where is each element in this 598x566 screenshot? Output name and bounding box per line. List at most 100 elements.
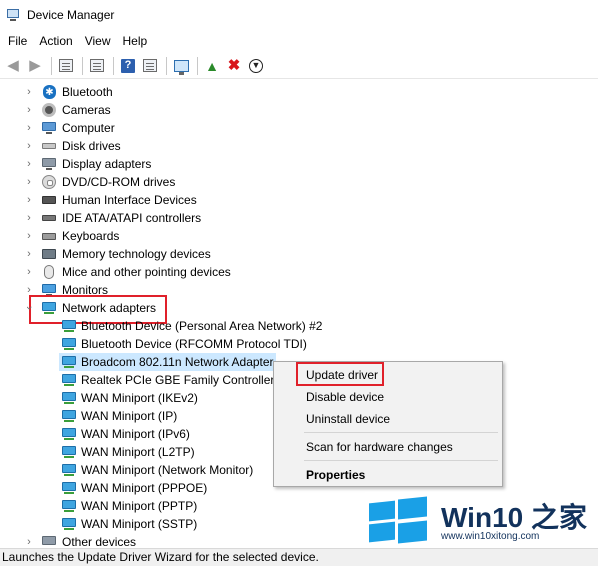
network-adapter-icon: [61, 499, 77, 513]
mouse-icon: [41, 265, 57, 279]
tree-item-label: Network adapters: [62, 301, 157, 315]
chevron-right-icon[interactable]: ›: [24, 211, 34, 225]
tree-child-item[interactable]: Bluetooth Device (RFCOMM Protocol TDI): [0, 335, 598, 353]
context-menu-uninstall-device[interactable]: Uninstall device: [274, 408, 502, 430]
watermark-title: Win10 之家: [441, 496, 587, 536]
network-adapter-icon: [61, 427, 77, 441]
tree-item-label: Human Interface Devices: [62, 193, 197, 207]
context-menu-properties[interactable]: Properties: [274, 464, 502, 486]
tree-item-bluetooth[interactable]: › ✱ Bluetooth: [0, 83, 598, 101]
toolbar-separator: [197, 56, 198, 75]
context-menu-separator: [304, 432, 498, 433]
update-driver-icon[interactable]: ▲: [202, 56, 222, 76]
tree-item-label: Cameras: [62, 103, 111, 117]
tree-item-label: Computer: [62, 121, 115, 135]
tree-item-label: Broadcom 802.11n Network Adapter: [81, 355, 274, 369]
tree-item-keyboards[interactable]: › Keyboards: [0, 227, 598, 245]
network-adapter-icon: [61, 337, 77, 351]
uninstall-icon[interactable]: ✖: [224, 56, 244, 76]
dvd-drive-icon: [41, 175, 57, 189]
memory-icon: [41, 247, 57, 261]
menu-file[interactable]: File: [3, 32, 32, 50]
tree-item-display-adapters[interactable]: › Display adapters: [0, 155, 598, 173]
chevron-right-icon[interactable]: ›: [24, 193, 34, 207]
device-manager-icon: [6, 8, 20, 22]
tree-item-network-adapters[interactable]: › Network adapters: [0, 299, 598, 317]
menu-view[interactable]: View: [80, 32, 116, 50]
tree-item-label: WAN Miniport (PPPOE): [81, 481, 208, 495]
tree-item-ide-controllers[interactable]: › IDE ATA/ATAPI controllers: [0, 209, 598, 227]
help-icon[interactable]: ?: [118, 56, 138, 76]
tree-item-label: WAN Miniport (IKEv2): [81, 391, 198, 405]
context-menu-scan-hardware[interactable]: Scan for hardware changes: [274, 436, 502, 458]
tree-item-label: Realtek PCIe GBE Family Controller: [81, 373, 275, 387]
tree-item-label: WAN Miniport (IPv6): [81, 427, 190, 441]
toolbar-separator: [166, 56, 167, 75]
network-adapter-icon: [61, 409, 77, 423]
tree-item-label: WAN Miniport (SSTP): [81, 517, 198, 531]
tree-item-computer[interactable]: › Computer: [0, 119, 598, 137]
camera-icon: [41, 103, 57, 117]
network-adapter-icon: [61, 319, 77, 333]
watermark-title-b: 之家: [523, 502, 587, 533]
computer-icon: [41, 121, 57, 135]
back-arrow-icon[interactable]: ◀: [3, 56, 23, 76]
tree-item-label: Bluetooth: [62, 85, 113, 99]
menu-action[interactable]: Action: [34, 32, 77, 50]
enable-disable-icon[interactable]: ▼: [246, 56, 266, 76]
keyboard-icon: [41, 229, 57, 243]
tree-item-cameras[interactable]: › Cameras: [0, 101, 598, 119]
chevron-right-icon[interactable]: ›: [24, 535, 34, 546]
tree-item-label: Other devices: [62, 535, 137, 546]
network-adapter-icon: [61, 373, 77, 387]
chevron-right-icon[interactable]: ›: [24, 265, 34, 279]
tree-item-label: WAN Miniport (PPTP): [81, 499, 198, 513]
tree-item-disk-drives[interactable]: › Disk drives: [0, 137, 598, 155]
chevron-right-icon[interactable]: ›: [24, 175, 34, 189]
chevron-right-icon[interactable]: ›: [24, 121, 34, 135]
windows-logo-icon: [367, 496, 429, 544]
chevron-right-icon[interactable]: ›: [24, 157, 34, 171]
chevron-right-icon[interactable]: ›: [24, 103, 34, 117]
scan-hardware-icon[interactable]: [171, 56, 191, 76]
tree-item-label: Bluetooth Device (RFCOMM Protocol TDI): [81, 337, 307, 351]
tree-item-mice[interactable]: › Mice and other pointing devices: [0, 263, 598, 281]
forward-arrow-icon[interactable]: ▶: [25, 56, 45, 76]
toolbar-separator: [51, 56, 52, 75]
tree-item-label: WAN Miniport (IP): [81, 409, 178, 423]
tree-item-label: Mice and other pointing devices: [62, 265, 231, 279]
network-adapter-icon: [61, 391, 77, 405]
title-bar: Device Manager: [0, 0, 598, 30]
tree-child-item[interactable]: Bluetooth Device (Personal Area Network)…: [0, 317, 598, 335]
tree-item-dvd-cd-rom-drives[interactable]: › DVD/CD-ROM drives: [0, 173, 598, 191]
tree-item-label: Display adapters: [62, 157, 152, 171]
toolbar-separator: [113, 56, 114, 75]
update-driver-highlight: [296, 362, 384, 386]
network-adapter-icon: [41, 301, 57, 315]
tree-item-label: WAN Miniport (L2TP): [81, 445, 195, 459]
context-menu-disable-device[interactable]: Disable device: [274, 386, 502, 408]
tree-item-label: Bluetooth Device (Personal Area Network)…: [81, 319, 323, 333]
menu-bar: File Action View Help: [0, 31, 598, 51]
chevron-right-icon[interactable]: ›: [24, 229, 34, 243]
chevron-down-icon[interactable]: ›: [22, 303, 36, 313]
network-adapter-icon: [61, 517, 77, 531]
watermark: Win10 之家 www.win10xitong.com: [365, 492, 598, 548]
tree-item-label: DVD/CD-ROM drives: [62, 175, 176, 189]
network-adapter-icon: [61, 355, 77, 369]
properties-icon[interactable]: [87, 56, 107, 76]
action-pane-icon[interactable]: [140, 56, 160, 76]
network-adapter-icon: [61, 463, 77, 477]
tree-item-label: IDE ATA/ATAPI controllers: [62, 211, 202, 225]
chevron-right-icon[interactable]: ›: [24, 247, 34, 261]
watermark-title-a: Win10: [441, 502, 524, 533]
tree-item-memory-technology-devices[interactable]: › Memory technology devices: [0, 245, 598, 263]
hid-icon: [41, 193, 57, 207]
tree-item-label: Keyboards: [62, 229, 120, 243]
show-hide-tree-icon[interactable]: [56, 56, 76, 76]
ide-controller-icon: [41, 211, 57, 225]
chevron-right-icon[interactable]: ›: [24, 139, 34, 153]
tree-item-human-interface-devices[interactable]: › Human Interface Devices: [0, 191, 598, 209]
menu-help[interactable]: Help: [118, 32, 153, 50]
chevron-right-icon[interactable]: ›: [24, 85, 34, 99]
